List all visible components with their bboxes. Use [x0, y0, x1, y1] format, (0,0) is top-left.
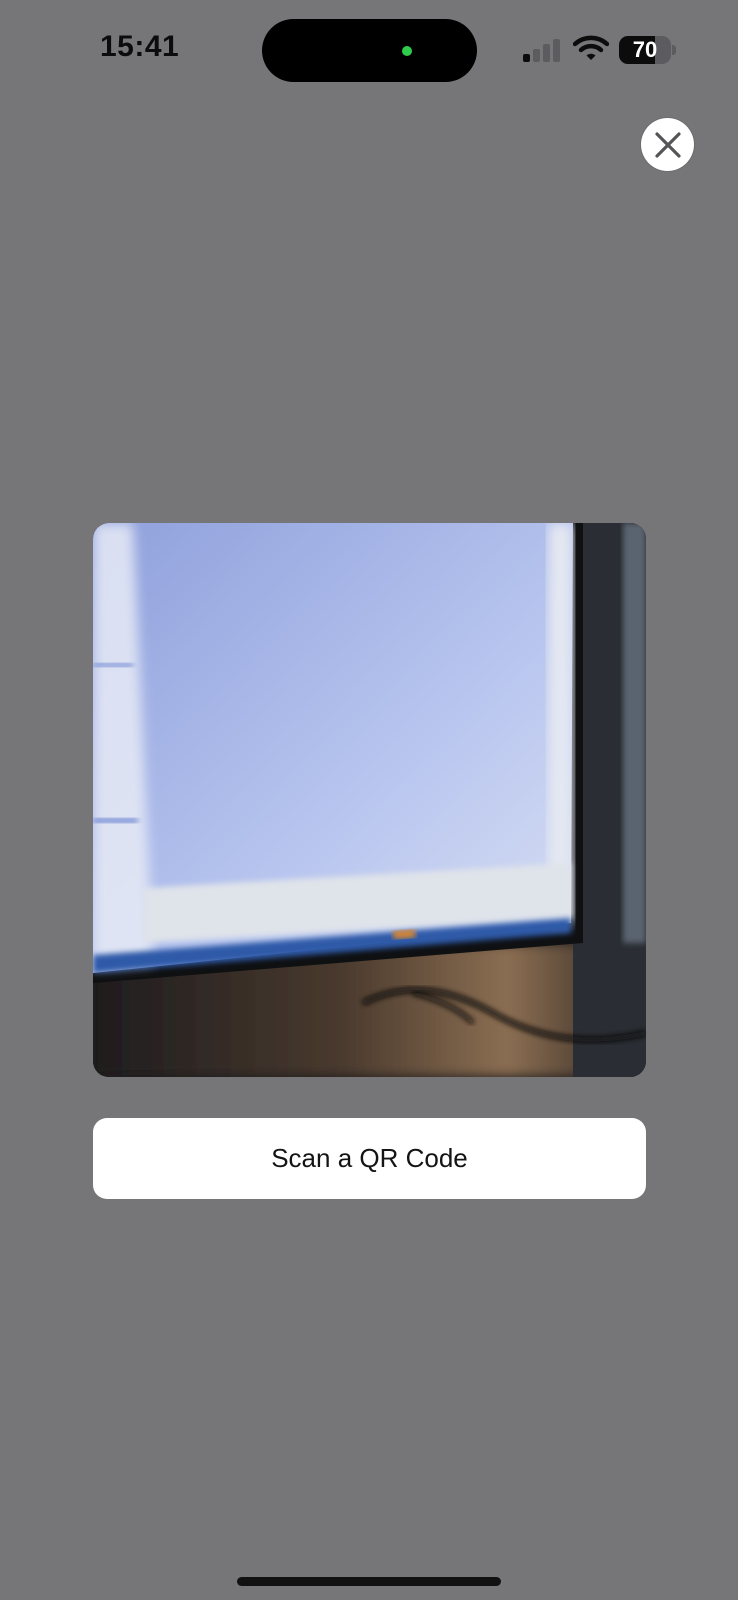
dynamic-island	[262, 19, 477, 82]
close-button[interactable]	[641, 118, 694, 171]
camera-in-use-indicator	[402, 46, 412, 56]
battery-tip	[672, 45, 676, 55]
battery-percent: 70	[632, 37, 658, 62]
camera-preview-image	[93, 523, 646, 1077]
cellular-signal-icon	[523, 38, 561, 62]
close-icon	[654, 131, 681, 158]
status-time: 15:41	[100, 30, 180, 63]
wifi-icon	[572, 34, 610, 62]
camera-viewfinder[interactable]	[93, 523, 646, 1077]
home-indicator[interactable]	[237, 1577, 501, 1586]
battery-icon: 70	[619, 36, 671, 64]
scan-qr-code-button[interactable]: Scan a QR Code	[93, 1118, 646, 1199]
